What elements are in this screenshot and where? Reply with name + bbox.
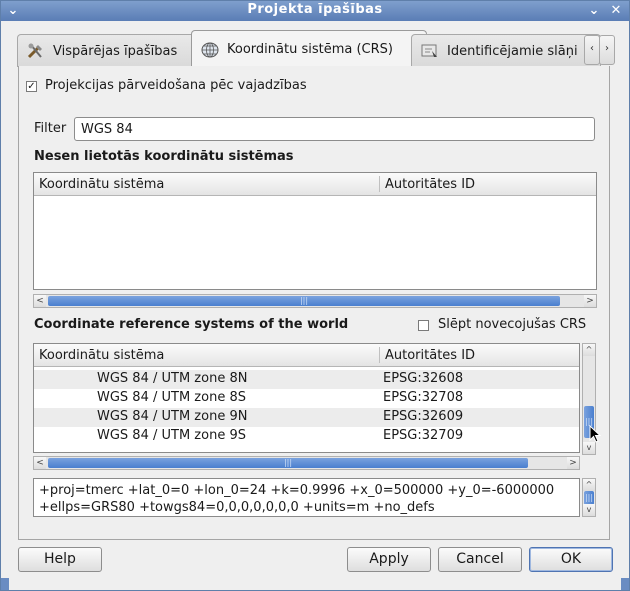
filter-label: Filter <box>34 121 67 136</box>
tab-crs-label: Koordinātu sistēma (CRS) <box>227 42 393 57</box>
crs-name: WGS 84 / UTM zone 8N <box>97 371 248 386</box>
world-crs-header: Koordinātu sistēma Autoritātes ID <box>34 344 579 367</box>
recent-crs-title: Nesen lietotās koordinātu sistēmas <box>34 149 294 164</box>
tools-icon <box>26 42 46 60</box>
table-row[interactable]: WGS 84 / UTM zone 9S EPSG:32709 <box>34 427 579 446</box>
crs-name: WGS 84 / UTM zone 9S <box>97 428 246 443</box>
crs-auth-id: EPSG:32608 <box>383 371 464 386</box>
window-corner-left <box>1 578 9 590</box>
header-divider <box>379 347 380 363</box>
world-crs-title: Coordinate reference systems of the worl… <box>34 317 349 332</box>
ok-button[interactable]: OK <box>529 547 613 572</box>
header-divider <box>379 176 380 192</box>
close-icon[interactable]: ✕ <box>607 3 625 19</box>
crs-name: WGS 84 / UTM zone 9N <box>97 409 248 424</box>
tab-scroll-left-button[interactable]: ‹ <box>584 35 600 65</box>
window-title: Projekta īpašības <box>247 2 383 17</box>
proj-string-line2: +ellps=GRS80 +towgs84=0,0,0,0,0,0,0 +uni… <box>39 500 435 515</box>
help-button[interactable]: Help <box>18 547 102 572</box>
table-row[interactable]: WGS 84 / UTM zone 8S EPSG:32708 <box>34 389 579 408</box>
reproject-checkbox[interactable]: ✓ <box>26 81 37 92</box>
hide-deprecated-label: Slēpt novecojušas CRS <box>438 317 587 332</box>
tab-general-label: Vispārējas īpašības <box>53 43 178 59</box>
scroll-up-arrow-icon[interactable]: ^ <box>583 479 595 491</box>
recent-crs-hscrollbar[interactable]: < ||| > <box>33 294 597 308</box>
table-row[interactable]: WGS 84 / UTM zone 9N EPSG:32609 <box>34 408 579 427</box>
table-row[interactable]: WGS 84 / UTM zone 8N EPSG:32608 <box>34 370 579 389</box>
recent-hscroll-thumb[interactable]: ||| <box>48 296 560 306</box>
filter-input[interactable] <box>74 117 595 141</box>
crs-auth-id: EPSG:32708 <box>383 390 464 405</box>
identify-icon <box>420 42 440 60</box>
world-crs-hscrollbar[interactable]: < ||| > <box>33 456 580 470</box>
crs-name: WGS 84 / UTM zone 8S <box>97 390 246 405</box>
scroll-right-arrow-icon[interactable]: > <box>567 457 579 469</box>
mouse-pointer-icon <box>589 424 602 447</box>
world-hscroll-thumb[interactable]: ||| <box>48 458 528 468</box>
hide-deprecated-checkbox[interactable] <box>418 320 429 331</box>
window-corner-right <box>621 578 629 590</box>
tab-identify-layers[interactable]: Identificējamie slāņi <box>411 34 601 67</box>
scroll-right-arrow-icon[interactable]: > <box>584 295 596 307</box>
scroll-left-arrow-icon[interactable]: < <box>34 457 46 469</box>
crs-auth-id: EPSG:32609 <box>383 409 464 424</box>
proj-string-line1: +proj=tmerc +lat_0=0 +lon_0=24 +k=0.9996… <box>39 483 555 498</box>
apply-button[interactable]: Apply <box>347 547 431 572</box>
minimize-chevron-down-icon[interactable]: ⌄ <box>585 3 603 19</box>
title-bar[interactable]: ⌄ Projekta īpašības ⌄ ✕ <box>1 1 629 21</box>
tab-general[interactable]: Vispārējas īpašības <box>17 34 207 67</box>
proj-vscroll-thumb[interactable]: ||| <box>584 491 594 505</box>
crs-auth-id: EPSG:32709 <box>383 428 464 443</box>
recent-crs-header: Koordinātu sistēma Autoritātes ID <box>34 173 596 196</box>
reproject-label: Projekcijas pārveidošana pēc vajadzības <box>45 78 307 93</box>
world-crs-list[interactable]: Koordinātu sistēma Autoritātes ID WGS 84… <box>33 343 580 453</box>
recent-crs-list[interactable]: Koordinātu sistēma Autoritātes ID <box>33 172 597 290</box>
globe-icon <box>200 41 220 59</box>
tab-identify-label: Identificējamie slāņi <box>447 43 578 59</box>
scroll-down-arrow-icon[interactable]: v <box>583 504 595 516</box>
recent-col-authority[interactable]: Autoritātes ID <box>385 177 475 192</box>
cancel-button[interactable]: Cancel <box>438 547 522 572</box>
world-col-authority[interactable]: Autoritātes ID <box>385 348 475 363</box>
tab-bar: Vispārējas īpašības Koordinātu sistēma (… <box>1 21 629 68</box>
tab-scroll-right-button[interactable]: › <box>599 35 615 65</box>
scroll-up-arrow-icon[interactable]: ^ <box>583 344 595 356</box>
world-col-crs[interactable]: Koordinātu sistēma <box>39 348 164 363</box>
recent-col-crs[interactable]: Koordinātu sistēma <box>39 177 164 192</box>
proj-string-vscrollbar[interactable]: ^ ||| v <box>582 478 596 517</box>
proj-string-box[interactable]: +proj=tmerc +lat_0=0 +lon_0=24 +k=0.9996… <box>33 478 580 517</box>
tab-crs[interactable]: Koordinātu sistēma (CRS) <box>191 30 427 68</box>
scroll-left-arrow-icon[interactable]: < <box>34 295 46 307</box>
